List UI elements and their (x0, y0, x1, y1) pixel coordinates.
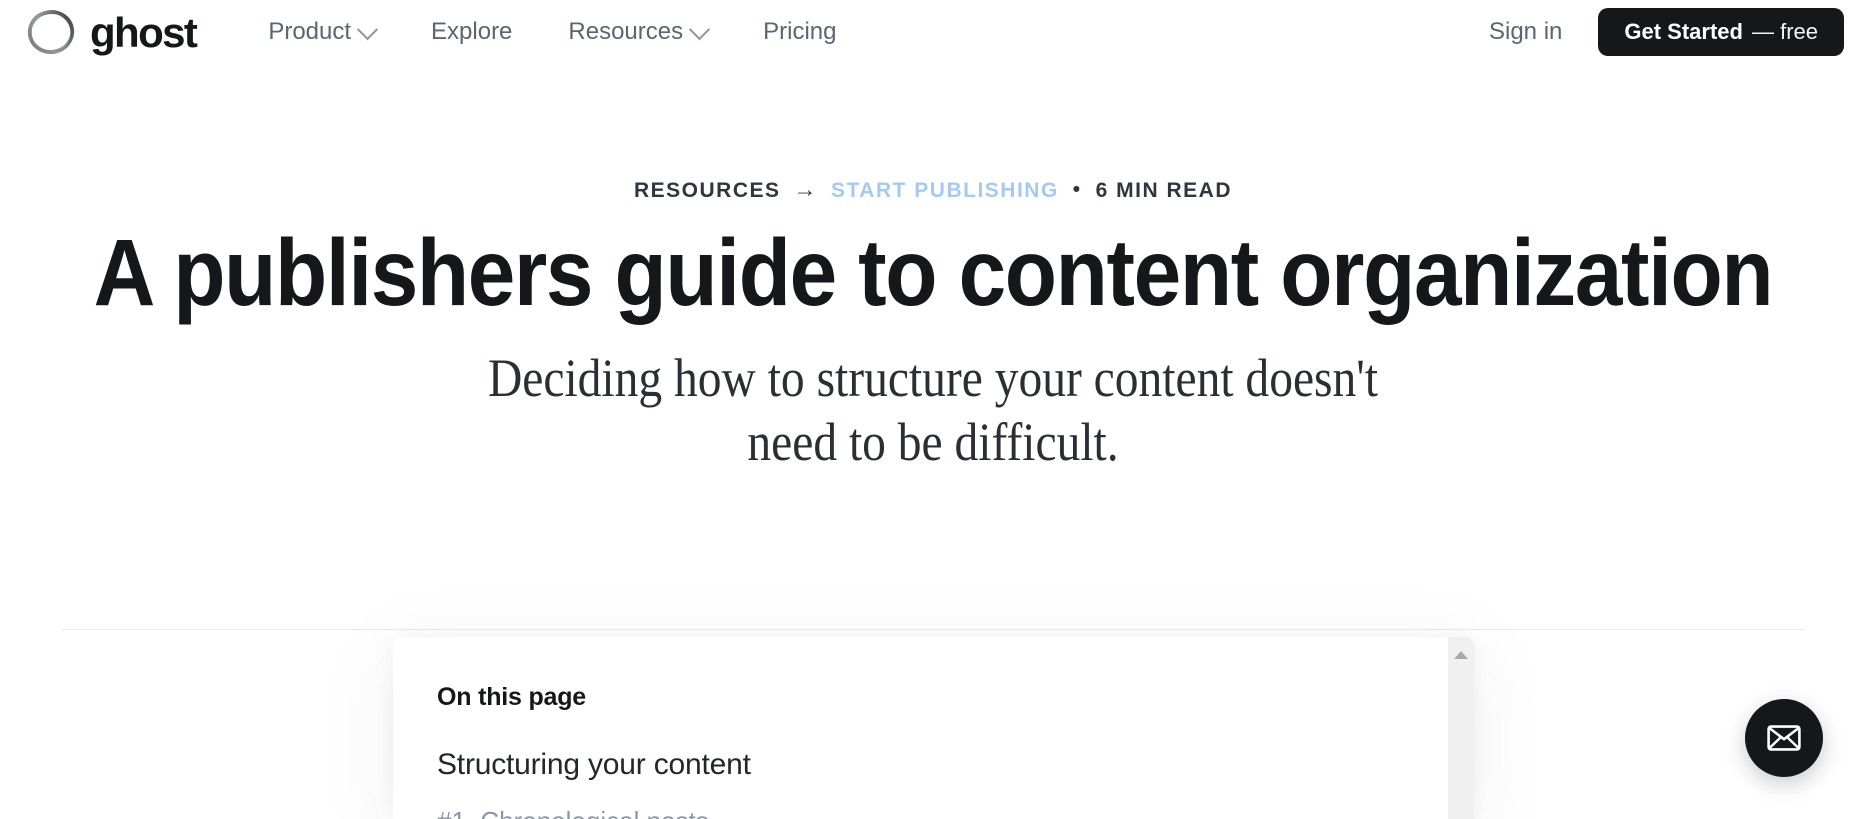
article-hero: RESOURCES → START PUBLISHING • 6 MIN REA… (0, 64, 1866, 630)
sign-in-link[interactable]: Sign in (1467, 20, 1584, 44)
header-actions: Sign in Get Started — free (1467, 0, 1844, 64)
toc-heading: On this page (437, 683, 587, 711)
breadcrumb-tag[interactable]: START PUBLISHING (831, 180, 1059, 201)
nav-item-product[interactable]: Product (240, 18, 403, 45)
portal-subscribe-button[interactable] (1745, 699, 1823, 777)
nav-item-pricing[interactable]: Pricing (735, 20, 864, 44)
page-title: A publishers guide to content organizati… (93, 220, 1774, 326)
breadcrumb-category[interactable]: RESOURCES (634, 180, 781, 201)
toc-link-chronological-posts[interactable]: #1. Chronological posts (437, 808, 1448, 819)
hero-divider (62, 629, 1804, 630)
toc-scrollbar[interactable] (1448, 637, 1474, 819)
article-excerpt: Deciding how to structure your content d… (487, 347, 1379, 472)
breadcrumb-separator: • (1072, 178, 1082, 201)
ghost-ring-logo-icon (22, 3, 80, 61)
get-started-label: Get Started (1624, 19, 1743, 44)
ghost-logo-link[interactable]: ghost (22, 3, 198, 61)
read-time: 6 MIN READ (1095, 179, 1233, 202)
breadcrumb-arrow-icon: → (793, 176, 819, 202)
ghost-wordmark: ghost (90, 9, 198, 56)
get-started-button[interactable]: Get Started — free (1598, 8, 1844, 56)
table-of-contents-card: On this page Structuring your content #1… (393, 637, 1474, 819)
main-navigation: Product Explore Resources Pricing (240, 18, 864, 45)
nav-item-explore[interactable]: Explore (403, 20, 540, 44)
nav-item-label: Product (268, 18, 352, 45)
chevron-down-icon (356, 18, 379, 40)
envelope-icon (1767, 725, 1801, 751)
nav-item-resources[interactable]: Resources (540, 18, 735, 45)
article-page: ghost Product Explore Resources Pricing … (0, 0, 1866, 819)
site-header: ghost Product Explore Resources Pricing … (0, 0, 1866, 64)
breadcrumb: RESOURCES → START PUBLISHING • 6 MIN REA… (0, 176, 1866, 202)
chevron-down-icon (689, 18, 711, 40)
nav-item-label: Resources (568, 18, 684, 45)
scroll-up-arrow-icon[interactable] (1454, 651, 1468, 659)
toc-section-structuring-your-content[interactable]: Structuring your content (437, 750, 1448, 780)
nav-item-label: Explore (431, 18, 513, 45)
get-started-free-label: — free (1751, 19, 1818, 44)
toc-content: On this page Structuring your content #1… (393, 637, 1448, 819)
nav-item-label: Pricing (763, 18, 837, 45)
